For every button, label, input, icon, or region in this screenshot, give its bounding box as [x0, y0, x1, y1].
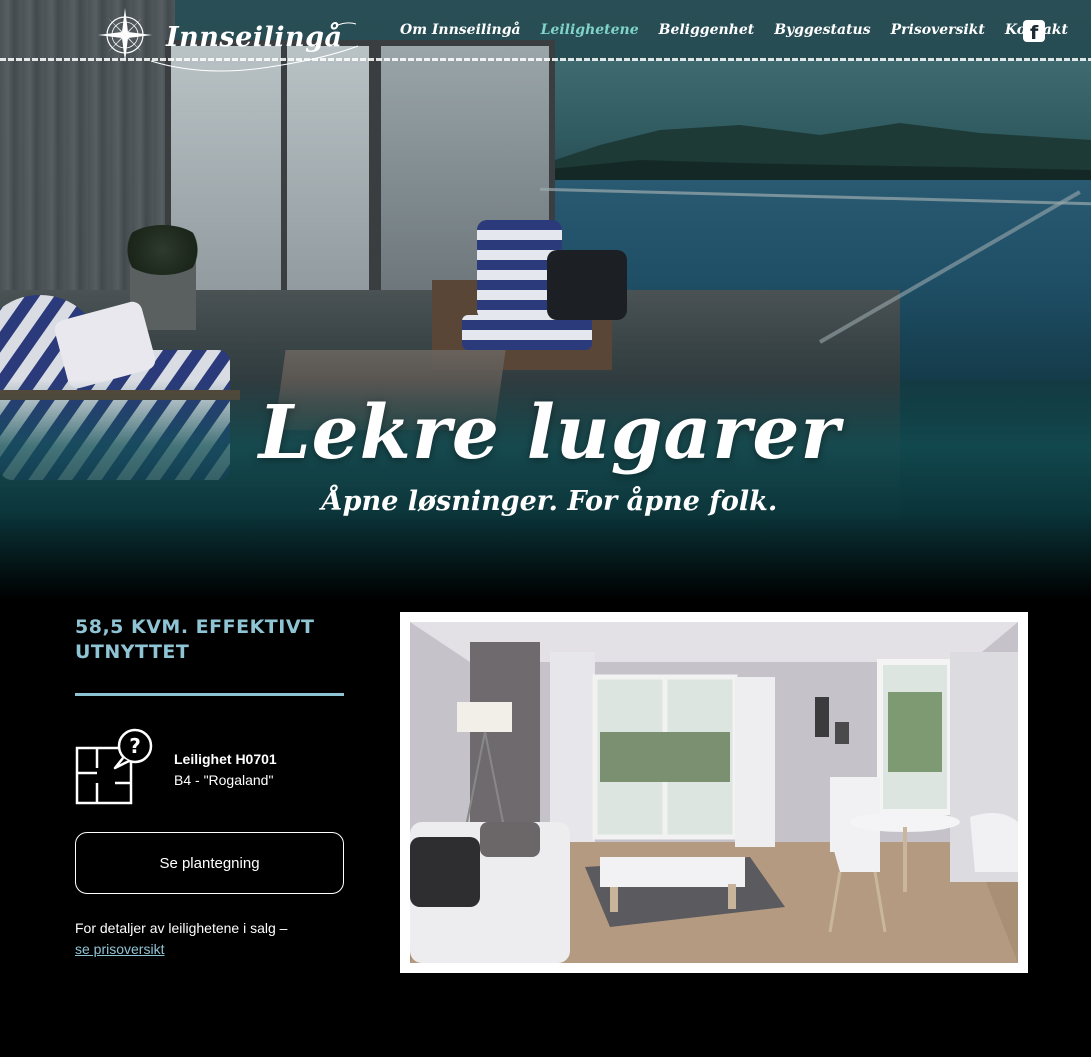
hero-subtitle: Åpne løsninger. For åpne folk.	[321, 486, 778, 517]
header-divider	[0, 58, 1091, 61]
section-divider	[75, 693, 344, 696]
area-heading: 58,5 KVM. EFFEKTIVT UTNYTTET	[75, 616, 315, 663]
brand-name: Innseilingå	[166, 22, 343, 53]
main-nav: Om Innseilingå Leilighetene Beliggenhet …	[400, 22, 1088, 38]
price-overview-link[interactable]: se prisoversikt	[75, 941, 164, 957]
window	[165, 40, 375, 320]
facebook-icon[interactable]: f	[1023, 20, 1045, 44]
logo[interactable]: Innseilingå	[96, 6, 359, 72]
unit-name: Leilighet H0701	[174, 751, 277, 767]
svg-text:?: ?	[129, 734, 141, 758]
plant	[120, 225, 205, 275]
floorplan-question-icon: ?	[75, 728, 153, 805]
details-text: For detaljer av leilighetene i salg – se…	[75, 918, 355, 960]
site-header: Innseilingå Om Innseilingå Leilighetene …	[0, 0, 1091, 72]
mountains-illustration	[540, 123, 1091, 185]
nav-prisoversikt[interactable]: Prisoversikt	[891, 22, 985, 38]
hero-title: Lekre lugarer	[258, 390, 841, 476]
details-label: For detaljer av leilighetene i salg –	[75, 920, 288, 936]
nav-byggestatus[interactable]: Byggestatus	[774, 22, 870, 38]
nav-beliggenhet[interactable]: Beliggenhet	[659, 22, 755, 38]
apartment-photo	[400, 612, 1028, 973]
living-room-illustration	[410, 622, 1018, 963]
nav-leilighetene[interactable]: Leilighetene	[541, 22, 639, 38]
unit-type: B4 - "Rogaland"	[174, 772, 274, 788]
floorplan-button[interactable]: Se plantegning	[75, 832, 344, 894]
nav-om-innseilinga[interactable]: Om Innseilingå	[400, 22, 521, 38]
